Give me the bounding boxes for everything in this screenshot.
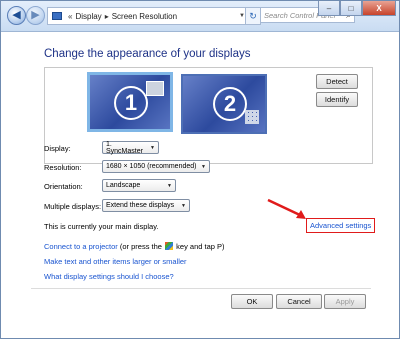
- chevron-down-icon: ▼: [181, 202, 186, 209]
- chevron-down-icon: ▼: [150, 144, 155, 151]
- apply-button[interactable]: Apply: [324, 294, 366, 309]
- display-label: Display:: [44, 144, 71, 153]
- orientation-value: Landscape: [106, 182, 141, 189]
- screen-resolution-window: ◀ ▶ « Display ▸ Screen Resolution ▼ ↻ Se…: [0, 0, 400, 339]
- address-bar[interactable]: « Display ▸ Screen Resolution ▼: [47, 7, 249, 25]
- monitor-arrangement: 1 2 Detect Identify: [44, 67, 373, 164]
- refresh-icon[interactable]: ↻: [245, 7, 261, 25]
- back-icon[interactable]: ◀: [7, 6, 26, 25]
- chevron-down-icon: ▼: [167, 182, 172, 189]
- control-panel-display-icon: [52, 12, 62, 20]
- resolution-value: 1680 × 1050 (recommended): [106, 163, 197, 170]
- multiple-displays-select[interactable]: Extend these displays ▼: [102, 199, 190, 212]
- breadcrumb-separator-icon: ▸: [104, 11, 109, 21]
- detect-button[interactable]: Detect: [316, 74, 358, 89]
- connect-projector-link[interactable]: Connect to a projector: [44, 242, 118, 251]
- resolution-select[interactable]: 1680 × 1050 (recommended) ▼: [102, 160, 210, 173]
- identify-button[interactable]: Identify: [316, 92, 358, 107]
- projector-line: Connect to a projector (or press the key…: [44, 242, 225, 251]
- windows-logo-icon: [165, 242, 174, 250]
- page-title: Change the appearance of your displays: [44, 48, 251, 60]
- window-icon: [146, 81, 164, 96]
- breadcrumb-screen-resolution[interactable]: Screen Resolution: [112, 12, 177, 21]
- projector-hint-text: (or press the: [117, 242, 165, 251]
- main-content: Change the appearance of your displays 1…: [1, 32, 399, 338]
- grid-icon: [245, 110, 259, 124]
- cancel-button[interactable]: Cancel: [276, 294, 322, 309]
- forward-icon[interactable]: ▶: [26, 6, 45, 25]
- breadcrumb-chevron-icon: «: [68, 11, 73, 21]
- orientation-select[interactable]: Landscape ▼: [102, 179, 176, 192]
- chevron-down-icon: ▼: [201, 163, 206, 170]
- display-value: 1. SyncMaster: [106, 140, 143, 155]
- monitor-number: 1: [114, 86, 148, 120]
- window-controls: – □ X: [318, 1, 396, 16]
- red-arrow-icon: [267, 198, 306, 219]
- breadcrumb-display[interactable]: Display: [75, 12, 101, 21]
- ok-button[interactable]: OK: [231, 294, 273, 309]
- minimize-button[interactable]: –: [318, 1, 340, 16]
- divider: [31, 288, 371, 289]
- multiple-displays-label: Multiple displays:: [44, 202, 102, 211]
- text-size-link[interactable]: Make text and other items larger or smal…: [44, 257, 187, 266]
- resolution-label: Resolution:: [44, 163, 82, 172]
- orientation-label: Orientation:: [44, 182, 83, 191]
- projector-hint-text-end: key and tap P): [174, 242, 225, 251]
- main-display-status: This is currently your main display.: [44, 222, 159, 231]
- maximize-button[interactable]: □: [340, 1, 362, 16]
- title-bar: ◀ ▶ « Display ▸ Screen Resolution ▼ ↻ Se…: [1, 1, 399, 32]
- close-button[interactable]: X: [362, 1, 396, 16]
- monitor-1[interactable]: 1: [87, 72, 173, 132]
- advanced-settings-link[interactable]: Advanced settings: [306, 218, 376, 233]
- monitor-2[interactable]: 2: [181, 74, 267, 134]
- display-settings-help-link[interactable]: What display settings should I choose?: [44, 272, 174, 281]
- monitor-number: 2: [213, 87, 247, 121]
- display-select[interactable]: 1. SyncMaster ▼: [102, 140, 159, 155]
- multiple-displays-value: Extend these displays: [106, 202, 175, 209]
